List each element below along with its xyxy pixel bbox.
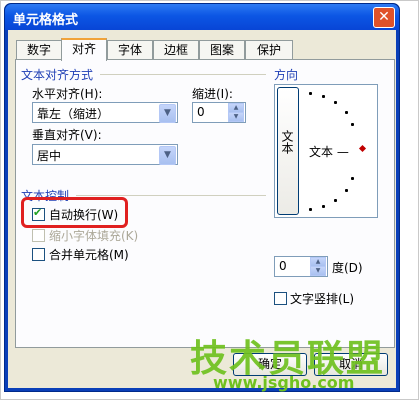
- indent-spinner[interactable]: 0 ▲ ▼: [192, 102, 246, 123]
- tab-label: 数字: [26, 43, 51, 57]
- vertical-text-checkbox-label: 文字竖排(L): [290, 292, 355, 306]
- vertical-align-label: 垂直对齐(V):: [32, 128, 102, 142]
- dial-dot: [351, 177, 354, 180]
- wrap-text-label: 自动换行(W): [49, 208, 119, 222]
- dialog-title: 单元格格式: [13, 13, 79, 28]
- tab-alignment[interactable]: 对齐: [61, 38, 107, 61]
- dial-dot: [345, 189, 348, 192]
- vertical-text-checkbox[interactable]: [274, 292, 287, 305]
- dial-dot: [345, 111, 348, 114]
- orientation-dial[interactable]: 文本 —: [301, 87, 375, 213]
- degrees-spinner[interactable]: 0 ▲ ▼: [274, 256, 328, 277]
- orientation-handle[interactable]: [358, 144, 367, 153]
- title-bar: 单元格格式 ✕: [5, 4, 399, 30]
- tab-label: 图案: [209, 43, 234, 57]
- vertical-align-value: 居中: [37, 149, 62, 163]
- tab-font[interactable]: 字体: [107, 40, 153, 59]
- merge-cells-label: 合并单元格(M): [49, 248, 129, 262]
- degrees-value: 0: [279, 259, 287, 273]
- tab-label: 边框: [163, 43, 188, 57]
- watermark-url: www.jsgho.com: [213, 373, 355, 392]
- tab-patterns[interactable]: 图案: [199, 40, 245, 59]
- dial-dot: [322, 95, 325, 98]
- spin-down-icon[interactable]: ▼: [228, 112, 244, 122]
- dial-dot: [334, 199, 337, 202]
- indent-value: 0: [197, 105, 205, 119]
- vertical-text-label: 文本: [280, 130, 294, 154]
- group-divider: [100, 74, 266, 75]
- tab-label: 保护: [256, 43, 281, 57]
- group-divider: [76, 195, 266, 196]
- chevron-down-icon[interactable]: ▼: [159, 146, 176, 165]
- vertical-align-select[interactable]: 居中 ▼: [32, 144, 178, 165]
- tab-label: 对齐: [71, 42, 96, 56]
- tab-protection[interactable]: 保护: [245, 40, 293, 59]
- chevron-down-icon[interactable]: ▼: [159, 104, 176, 123]
- orientation-box: 文本 文本 —: [274, 84, 378, 218]
- dial-dot: [351, 123, 354, 126]
- shrink-to-fit-checkbox[interactable]: [32, 229, 45, 242]
- dial-dot: [309, 92, 312, 95]
- vertical-text-button[interactable]: 文本: [277, 87, 299, 215]
- close-button[interactable]: ✕: [373, 7, 395, 28]
- shrink-to-fit-label: 缩小字体填充(K): [49, 229, 139, 243]
- dial-dot: [322, 205, 325, 208]
- spin-down-icon[interactable]: ▼: [310, 266, 326, 276]
- horizontal-align-value: 靠左（缩进）: [37, 107, 110, 121]
- close-icon: ✕: [378, 9, 390, 25]
- horizontal-text-label: 文本 —: [309, 145, 349, 159]
- tab-border[interactable]: 边框: [153, 40, 199, 59]
- alignment-page: 文本对齐方式 水平对齐(H): 靠左（缩进） ▼ 缩进(I): 0 ▲ ▼ 垂直…: [15, 59, 395, 348]
- indent-label: 缩进(I):: [192, 87, 233, 101]
- degrees-label: 度(D): [332, 261, 363, 275]
- horizontal-align-select[interactable]: 靠左（缩进） ▼: [32, 102, 178, 123]
- merge-cells-checkbox[interactable]: [32, 248, 45, 261]
- wrap-text-checkbox[interactable]: [32, 206, 45, 221]
- tab-label: 字体: [117, 43, 142, 57]
- orientation-title: 方向: [274, 68, 299, 82]
- dial-dot: [334, 101, 337, 104]
- text-alignment-title: 文本对齐方式: [21, 68, 94, 82]
- horizontal-align-label: 水平对齐(H):: [32, 87, 103, 101]
- dial-dot: [309, 208, 312, 211]
- tab-number[interactable]: 数字: [16, 40, 62, 59]
